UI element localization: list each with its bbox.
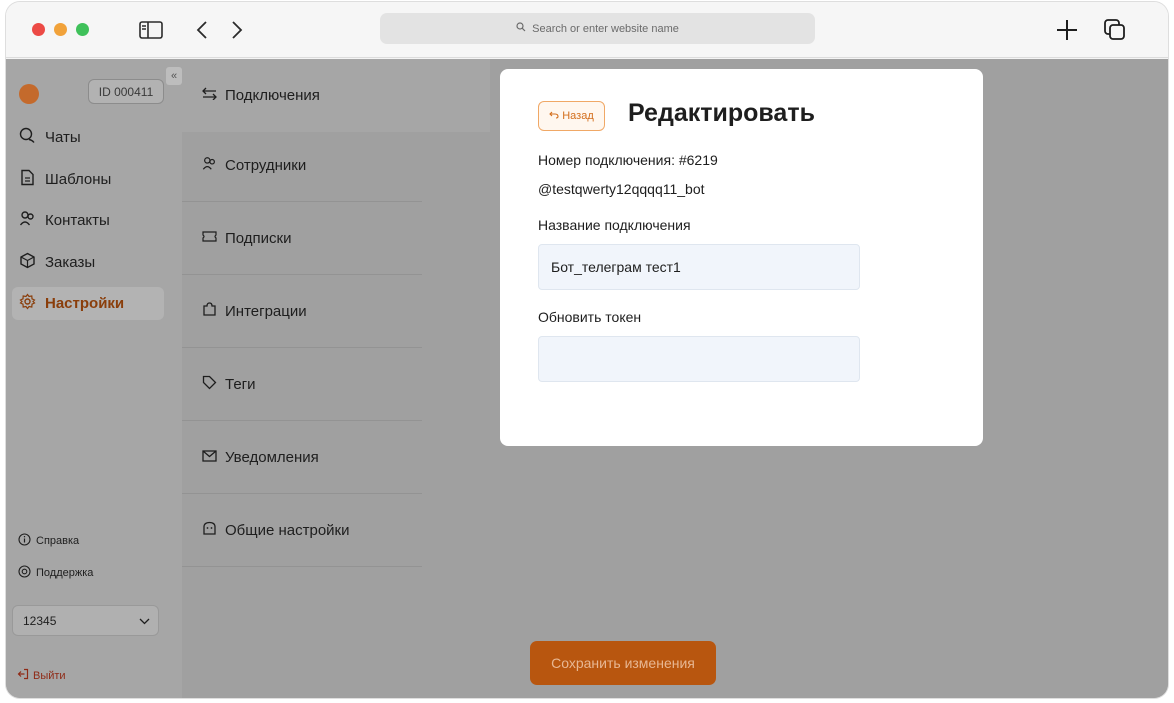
new-tab-icon[interactable] bbox=[1053, 16, 1081, 44]
mail-icon bbox=[202, 449, 217, 466]
document-icon bbox=[19, 169, 36, 190]
chat-icon bbox=[19, 127, 36, 148]
forward-arrow-icon[interactable] bbox=[223, 16, 251, 44]
avatar[interactable] bbox=[19, 84, 39, 104]
tab-integrations[interactable]: Интеграции bbox=[182, 275, 422, 348]
box-icon bbox=[19, 252, 36, 273]
account-id-badge: ID 000411 bbox=[88, 79, 164, 104]
people-icon bbox=[202, 156, 217, 175]
tag-icon bbox=[202, 375, 217, 394]
main-sidebar: ID 000411 « Чаты Шаблоны Контакты Заказы… bbox=[6, 59, 182, 698]
sidebar-item-label: Настройки bbox=[45, 295, 125, 312]
address-bar[interactable]: Search or enter website name bbox=[380, 13, 815, 44]
browser-toolbar: Search or enter website name bbox=[6, 2, 1168, 58]
tab-connections[interactable]: Подключения bbox=[182, 59, 490, 132]
people-icon bbox=[19, 210, 36, 231]
back-button[interactable]: Назад bbox=[538, 101, 605, 131]
connection-number: Номер подключения: #6219 bbox=[538, 152, 718, 168]
connection-name-input[interactable] bbox=[538, 244, 860, 290]
token-input[interactable] bbox=[538, 336, 860, 382]
tabs-overview-icon[interactable] bbox=[1101, 16, 1129, 44]
tab-subscriptions[interactable]: Подписки bbox=[182, 202, 422, 275]
tab-label: Подключения bbox=[225, 87, 320, 104]
back-arrow-icon[interactable] bbox=[188, 16, 216, 44]
sidebar-item-orders[interactable]: Заказы bbox=[12, 246, 164, 279]
help-link[interactable]: Справка bbox=[18, 533, 79, 549]
tab-employees[interactable]: Сотрудники bbox=[182, 129, 422, 202]
sidebar-item-label: Шаблоны bbox=[45, 171, 112, 188]
tab-general-settings[interactable]: Общие настройки bbox=[182, 494, 422, 567]
settings-icon bbox=[202, 521, 217, 540]
sidebar-item-chats[interactable]: Чаты bbox=[12, 121, 164, 154]
tab-tags[interactable]: Теги bbox=[182, 348, 422, 421]
sidebar-item-templates[interactable]: Шаблоны bbox=[12, 163, 164, 196]
edit-connection-modal: Назад Редактировать Номер подключения: #… bbox=[500, 69, 983, 446]
swap-icon bbox=[202, 87, 217, 104]
search-icon bbox=[516, 22, 526, 35]
modal-title: Редактировать bbox=[628, 99, 815, 127]
address-placeholder: Search or enter website name bbox=[532, 22, 679, 35]
sidebar-item-label: Заказы bbox=[45, 254, 96, 271]
help-label: Справка bbox=[36, 535, 80, 547]
sidebar-item-contacts[interactable]: Контакты bbox=[12, 204, 164, 237]
logout-link[interactable]: Выйти bbox=[17, 668, 66, 683]
save-changes-button[interactable]: Сохранить изменения bbox=[530, 641, 716, 685]
puzzle-icon bbox=[202, 301, 217, 321]
tab-label: Подписки bbox=[225, 229, 292, 247]
sidebar-item-label: Чаты bbox=[45, 129, 81, 146]
info-icon bbox=[18, 533, 31, 549]
ticket-icon bbox=[202, 230, 217, 247]
token-label: Обновить токен bbox=[538, 309, 642, 325]
support-label: Поддержка bbox=[36, 567, 94, 579]
settings-nav: Подключения Сотрудники Подписки Интеграц… bbox=[182, 59, 490, 698]
bot-handle: @testqwerty12qqqq11_bot bbox=[538, 181, 705, 197]
gear-icon bbox=[19, 293, 36, 314]
logout-label: Выйти bbox=[33, 669, 66, 682]
back-arrow-icon bbox=[549, 110, 559, 122]
chevron-down-icon bbox=[139, 614, 150, 628]
close-window-button[interactable] bbox=[32, 23, 45, 36]
support-icon bbox=[18, 565, 31, 581]
support-link[interactable]: Поддержка bbox=[18, 565, 93, 581]
sidebar-item-label: Контакты bbox=[45, 212, 110, 229]
tab-label: Сотрудники bbox=[225, 156, 307, 174]
sidebar-item-settings[interactable]: Настройки bbox=[12, 287, 164, 320]
tab-label: Теги bbox=[225, 375, 256, 393]
back-label: Назад bbox=[562, 110, 594, 122]
minimize-window-button[interactable] bbox=[54, 23, 67, 36]
collapse-sidebar-button[interactable]: « bbox=[166, 67, 182, 85]
tab-label: Уведомления bbox=[225, 448, 319, 466]
logout-icon bbox=[17, 668, 29, 683]
maximize-window-button[interactable] bbox=[76, 23, 89, 36]
browser-window: Search or enter website name ID 000411 «… bbox=[6, 2, 1168, 698]
workspace-select-value: 12345 bbox=[23, 613, 57, 628]
tab-label: Общие настройки bbox=[225, 521, 350, 539]
connection-name-label: Название подключения bbox=[538, 217, 691, 233]
tab-label: Интеграции bbox=[225, 302, 307, 320]
tab-notifications[interactable]: Уведомления bbox=[182, 421, 422, 494]
workspace-select[interactable]: 12345 bbox=[12, 605, 159, 636]
sidebar-toggle-icon[interactable] bbox=[137, 16, 165, 44]
